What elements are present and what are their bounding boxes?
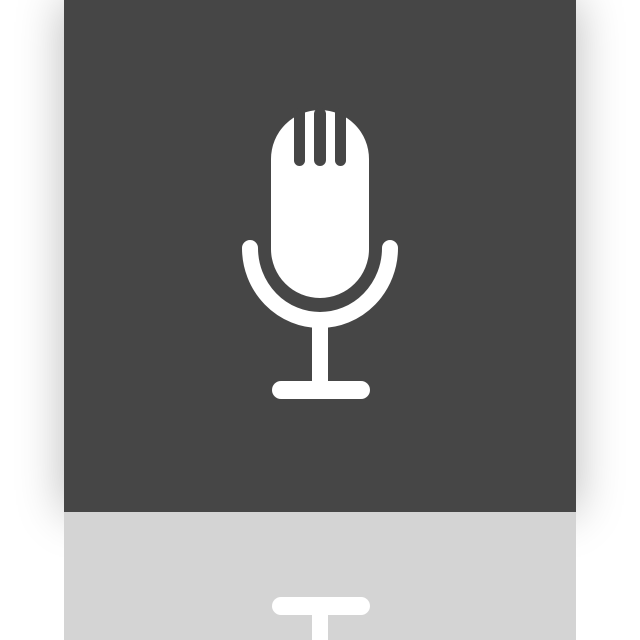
microphone-grille-slot (314, 108, 326, 166)
reflection-svg (64, 512, 576, 640)
microphone-grille-slot (294, 108, 305, 166)
microphone-grille-slot (335, 108, 346, 166)
app-icon-reflection (64, 512, 576, 640)
app-icon-stage (0, 0, 640, 640)
microphone-stem (312, 316, 328, 388)
microphone-base (272, 381, 370, 399)
reflected-microphone-stem (312, 608, 328, 640)
tile-svg (64, 0, 576, 512)
app-icon-tile (64, 0, 576, 512)
